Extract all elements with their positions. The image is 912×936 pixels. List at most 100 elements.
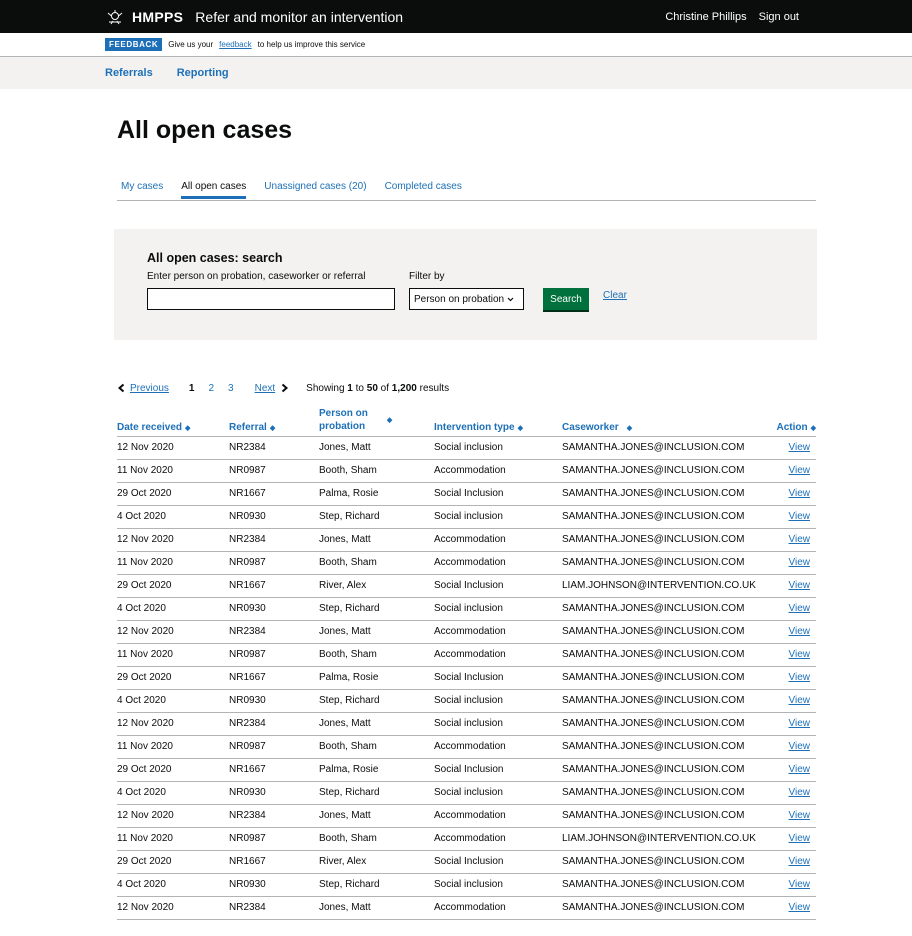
- cell-caseworker: SAMANTHA.JONES@INCLUSION.COM: [562, 873, 762, 897]
- view-link[interactable]: View: [789, 626, 811, 637]
- view-link[interactable]: View: [789, 833, 811, 844]
- pagination-page-3[interactable]: 3: [228, 383, 234, 394]
- header-date-received[interactable]: Date received ◆: [117, 404, 229, 437]
- cell-referral: NR0987: [229, 551, 319, 575]
- phase-text-before: Give us your: [168, 40, 214, 49]
- crest-icon: [107, 9, 123, 24]
- filter-select[interactable]: Person on probation: [409, 288, 524, 310]
- cell-referral: NR1667: [229, 666, 319, 690]
- results-to-word: to: [355, 382, 364, 394]
- header-person[interactable]: Person on probation ◆: [319, 404, 434, 437]
- cell-intervention-type: Social inclusion: [434, 436, 562, 460]
- main-content: All open cases My cases All open cases U…: [0, 116, 912, 920]
- filter-field-group: Filter by Person on probation: [395, 271, 524, 310]
- cell-caseworker: SAMANTHA.JONES@INCLUSION.COM: [562, 505, 762, 529]
- chevron-right-icon[interactable]: [280, 383, 289, 393]
- header-referral[interactable]: Referral ◆: [229, 404, 319, 437]
- table-row: 11 Nov 2020 NR0987 Booth, Sham Accommodatio…: [117, 551, 816, 575]
- view-link[interactable]: View: [789, 557, 811, 568]
- clear-link[interactable]: Clear: [603, 290, 627, 301]
- view-link[interactable]: View: [789, 580, 811, 591]
- cell-action: View: [762, 850, 816, 874]
- cell-caseworker: SAMANTHA.JONES@INCLUSION.COM: [562, 758, 762, 782]
- view-link[interactable]: View: [789, 695, 811, 706]
- view-link[interactable]: View: [789, 603, 811, 614]
- service-name[interactable]: Refer and monitor an intervention: [195, 9, 403, 25]
- cell-intervention-type: Social inclusion: [434, 873, 562, 897]
- search-row: Enter person on probation, caseworker or…: [147, 271, 817, 310]
- search-input[interactable]: [147, 288, 395, 310]
- header-intervention-type[interactable]: Intervention type ◆: [434, 404, 562, 437]
- view-link[interactable]: View: [789, 465, 811, 476]
- cell-date-received: 4 Oct 2020: [117, 597, 229, 621]
- cell-date-received: 12 Nov 2020: [117, 620, 229, 644]
- view-link[interactable]: View: [789, 902, 811, 913]
- cell-caseworker: SAMANTHA.JONES@INCLUSION.COM: [562, 781, 762, 805]
- table-row: 4 Oct 2020 NR0930 Step, Richard Social incl…: [117, 689, 816, 713]
- cell-caseworker: SAMANTHA.JONES@INCLUSION.COM: [562, 528, 762, 552]
- cell-action: View: [762, 827, 816, 851]
- view-link[interactable]: View: [789, 672, 811, 683]
- tab-unassigned-cases[interactable]: Unassigned cases (20): [264, 179, 366, 200]
- pagination-next[interactable]: Next: [255, 383, 276, 394]
- cell-intervention-type: Accommodation: [434, 620, 562, 644]
- cell-person: Step, Richard: [319, 505, 434, 529]
- cell-referral: NR1667: [229, 758, 319, 782]
- cell-person: River, Alex: [319, 574, 434, 598]
- sort-icon: ◆: [386, 416, 393, 424]
- view-link[interactable]: View: [789, 856, 811, 867]
- view-link[interactable]: View: [789, 649, 811, 660]
- table-row: 12 Nov 2020 NR2384 Jones, Matt Social inclu…: [117, 436, 816, 460]
- phase-banner: FEEDBACK Give us your feedback to help u…: [0, 33, 912, 57]
- header-caseworker[interactable]: Caseworker ◆: [562, 404, 762, 437]
- cell-action: View: [762, 459, 816, 483]
- view-link[interactable]: View: [789, 488, 811, 499]
- cell-intervention-type: Social inclusion: [434, 505, 562, 529]
- header-action[interactable]: Action ◆: [762, 404, 816, 437]
- cases-table: Date received ◆ Referral ◆ Person on proba…: [117, 404, 816, 920]
- view-link[interactable]: View: [789, 764, 811, 775]
- cell-action: View: [762, 712, 816, 736]
- feedback-link[interactable]: feedback: [219, 40, 251, 49]
- cell-intervention-type: Accommodation: [434, 896, 562, 920]
- sign-out-link[interactable]: Sign out: [759, 11, 799, 23]
- header-referral-label: Referral: [229, 421, 267, 433]
- view-link[interactable]: View: [789, 810, 811, 821]
- search-button[interactable]: Search: [543, 288, 589, 310]
- tab-all-open-cases[interactable]: All open cases: [181, 179, 247, 199]
- cell-action: View: [762, 436, 816, 460]
- view-link[interactable]: View: [789, 718, 811, 729]
- cell-caseworker: SAMANTHA.JONES@INCLUSION.COM: [562, 666, 762, 690]
- cell-referral: NR0987: [229, 827, 319, 851]
- table-row: 4 Oct 2020 NR0930 Step, Richard Social incl…: [117, 873, 816, 897]
- cell-date-received: 29 Oct 2020: [117, 574, 229, 598]
- nav-reporting[interactable]: Reporting: [177, 67, 229, 79]
- cell-person: Jones, Matt: [319, 620, 434, 644]
- page-title: All open cases: [117, 116, 293, 144]
- tab-my-cases[interactable]: My cases: [121, 179, 163, 200]
- view-link[interactable]: View: [789, 442, 811, 453]
- view-link[interactable]: View: [789, 511, 811, 522]
- cell-referral: NR1667: [229, 850, 319, 874]
- brand[interactable]: HMPPS Refer and monitor an intervention: [106, 9, 403, 25]
- table-row: 29 Oct 2020 NR1667 Palma, Rosie Social Incl…: [117, 758, 816, 782]
- table-row: 4 Oct 2020 NR0930 Step, Richard Social incl…: [117, 781, 816, 805]
- header-action-label: Action: [776, 421, 808, 433]
- cell-intervention-type: Social inclusion: [434, 712, 562, 736]
- cell-date-received: 11 Nov 2020: [117, 643, 229, 667]
- cell-person: Step, Richard: [319, 597, 434, 621]
- view-link[interactable]: View: [789, 534, 811, 545]
- results-summary: Showing 1 to 50 of 1,200 results: [306, 383, 449, 394]
- tab-completed-cases[interactable]: Completed cases: [385, 179, 462, 200]
- cell-intervention-type: Accommodation: [434, 735, 562, 759]
- view-link[interactable]: View: [789, 741, 811, 752]
- pagination-page-2[interactable]: 2: [208, 383, 214, 394]
- table-row: 12 Nov 2020 NR2384 Jones, Matt Accommodatio…: [117, 620, 816, 644]
- cell-referral: NR2384: [229, 436, 319, 460]
- view-link[interactable]: View: [789, 879, 811, 890]
- chevron-left-icon[interactable]: [117, 383, 126, 393]
- view-link[interactable]: View: [789, 787, 811, 798]
- pagination-previous[interactable]: Previous: [130, 383, 169, 394]
- nav-referrals[interactable]: Referrals: [105, 67, 153, 79]
- cell-intervention-type: Accommodation: [434, 551, 562, 575]
